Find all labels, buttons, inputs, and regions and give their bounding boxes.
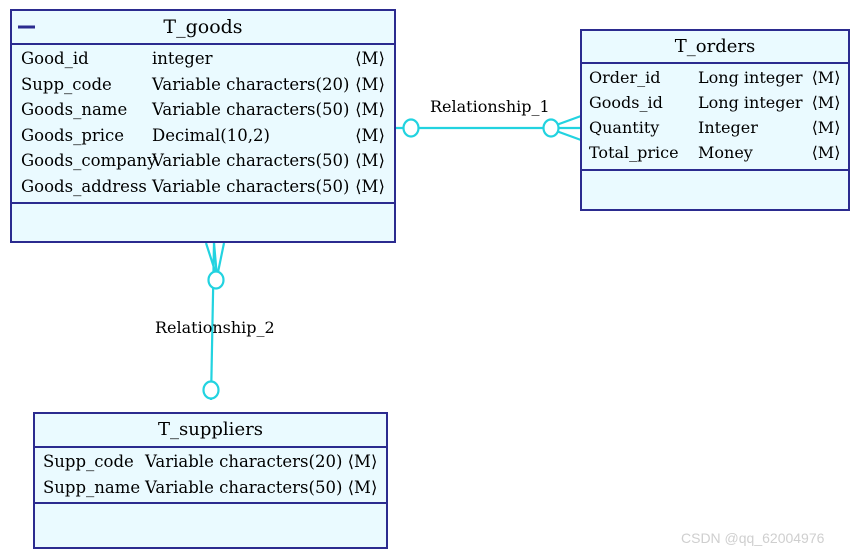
relationship-1-label[interactable]: Relationship_1: [430, 97, 550, 116]
attribute-row[interactable]: Supp_code Variable characters(20) ⟨M⟩: [35, 449, 386, 475]
entity-t-orders-attributes: Order_id Long integer ⟨M⟩ Goods_id Long …: [582, 64, 848, 171]
entity-t-goods-title-bar[interactable]: T_goods: [12, 11, 394, 45]
entity-t-orders[interactable]: T_orders Order_id Long integer ⟨M⟩ Goods…: [580, 29, 850, 211]
attribute-row[interactable]: Quantity Integer ⟨M⟩: [582, 115, 848, 140]
attribute-type: Variable characters(50): [152, 151, 350, 170]
attribute-name: Total_price: [589, 143, 679, 162]
attribute-mandatory-marker: ⟨M⟩: [355, 125, 385, 145]
attribute-mandatory-marker: ⟨M⟩: [811, 143, 841, 162]
entity-t-goods-title: T_goods: [163, 16, 243, 38]
attribute-type: Variable characters(20): [152, 74, 350, 94]
attribute-mandatory-marker: ⟨M⟩: [355, 74, 385, 94]
entity-t-suppliers-title-bar[interactable]: T_suppliers: [35, 414, 386, 448]
attribute-type: Money: [698, 143, 753, 162]
attribute-row[interactable]: Good_id integer ⟨M⟩: [12, 46, 394, 72]
attribute-mandatory-marker: ⟨M⟩: [347, 452, 378, 471]
entity-t-suppliers-attributes: Supp_code Variable characters(20) ⟨M⟩ Su…: [35, 448, 386, 504]
entity-t-suppliers-title: T_suppliers: [158, 419, 263, 440]
attribute-name: Goods_company: [21, 151, 157, 170]
attribute-name: Quantity: [589, 118, 660, 137]
attribute-name: Supp_code: [43, 452, 134, 471]
attribute-row[interactable]: Supp_name Variable characters(50) ⟨M⟩: [35, 475, 386, 501]
attribute-row[interactable]: Goods_price Decimal(10,2) ⟨M⟩: [12, 123, 394, 149]
attribute-type: Variable characters(50): [145, 477, 343, 497]
attribute-row[interactable]: Total_price Money ⟨M⟩: [582, 140, 848, 165]
attribute-mandatory-marker: ⟨M⟩: [355, 151, 385, 170]
attribute-name: Goods_address: [21, 176, 147, 196]
attribute-type: integer: [152, 49, 213, 68]
attribute-row[interactable]: Goods_address Variable characters(50) ⟨M…: [12, 174, 394, 200]
entity-t-orders-title-bar[interactable]: T_orders: [582, 31, 848, 64]
attribute-name: Good_id: [21, 49, 89, 68]
attribute-name: Goods_price: [21, 125, 125, 145]
entity-t-goods[interactable]: T_goods Good_id integer ⟨M⟩ Supp_code Va…: [10, 9, 396, 243]
attribute-mandatory-marker: ⟨M⟩: [355, 176, 385, 196]
attribute-type: Variable characters(50): [152, 176, 350, 196]
attribute-row[interactable]: Order_id Long integer ⟨M⟩: [582, 65, 848, 90]
entity-t-suppliers[interactable]: T_suppliers Supp_code Variable character…: [33, 412, 388, 549]
attribute-type: Integer: [698, 118, 758, 137]
entity-t-goods-attributes: Good_id integer ⟨M⟩ Supp_code Variable c…: [12, 45, 394, 204]
attribute-type: Variable characters(20): [145, 452, 343, 471]
attribute-type: Long integer: [698, 93, 803, 112]
attribute-mandatory-marker: ⟨M⟩: [347, 477, 378, 497]
attribute-row[interactable]: Goods_id Long integer ⟨M⟩: [582, 90, 848, 115]
watermark-text: CSDN @qq_62004976: [681, 530, 825, 546]
attribute-mandatory-marker: ⟨M⟩: [811, 93, 841, 112]
relationship-2-label[interactable]: Relationship_2: [155, 318, 275, 337]
collapse-dash-icon[interactable]: [18, 25, 35, 29]
attribute-type: Variable characters(50): [152, 100, 350, 119]
attribute-name: Supp_name: [43, 477, 141, 497]
attribute-name: Goods_name: [21, 100, 128, 119]
attribute-mandatory-marker: ⟨M⟩: [355, 49, 385, 68]
attribute-name: Supp_code: [21, 74, 112, 94]
er-diagram-canvas: Relationship_1 Relationship_2 T_goods Go…: [0, 0, 865, 557]
attribute-mandatory-marker: ⟨M⟩: [811, 118, 841, 137]
attribute-name: Order_id: [589, 68, 661, 87]
attribute-row[interactable]: Goods_name Variable characters(50) ⟨M⟩: [12, 97, 394, 123]
attribute-type: Long integer: [698, 68, 803, 87]
entity-t-orders-title: T_orders: [674, 36, 756, 57]
attribute-type: Decimal(10,2): [152, 125, 270, 145]
attribute-mandatory-marker: ⟨M⟩: [811, 68, 841, 87]
attribute-name: Goods_id: [589, 93, 663, 112]
attribute-mandatory-marker: ⟨M⟩: [355, 100, 385, 119]
attribute-row[interactable]: Goods_company Variable characters(50) ⟨M…: [12, 148, 394, 174]
attribute-row[interactable]: Supp_code Variable characters(20) ⟨M⟩: [12, 72, 394, 98]
relationship-1-connector: [396, 114, 582, 142]
